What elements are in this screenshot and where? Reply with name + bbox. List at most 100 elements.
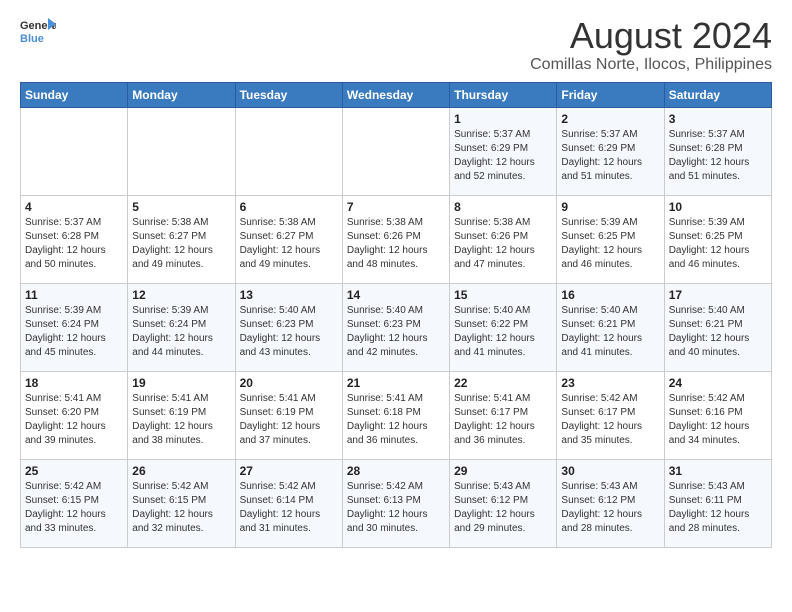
calendar-cell (342, 107, 449, 195)
day-number: 8 (454, 200, 552, 214)
calendar-cell: 19Sunrise: 5:41 AM Sunset: 6:19 PM Dayli… (128, 371, 235, 459)
calendar-cell (128, 107, 235, 195)
day-number: 26 (132, 464, 230, 478)
header-cell-monday: Monday (128, 82, 235, 107)
header-cell-thursday: Thursday (450, 82, 557, 107)
day-info: Sunrise: 5:39 AM Sunset: 6:25 PM Dayligh… (561, 216, 659, 272)
day-number: 31 (669, 464, 767, 478)
day-info: Sunrise: 5:39 AM Sunset: 6:24 PM Dayligh… (132, 304, 230, 360)
day-number: 23 (561, 376, 659, 390)
calendar-cell: 13 Sunrise: 5:40 AM Sunset: 6:23 PM Dayli… (235, 283, 342, 371)
header-cell-saturday: Saturday (664, 82, 771, 107)
calendar-cell: 15 Sunrise: 5:40 AM Sunset: 6:22 PM Dayli… (450, 283, 557, 371)
calendar-cell: 31 Sunrise: 5:43 AM Sunset: 6:11 PM Dayli… (664, 459, 771, 547)
calendar-cell: 27 Sunrise: 5:42 AM Sunset: 6:14 PM Dayli… (235, 459, 342, 547)
calendar-cell: 16 Sunrise: 5:40 AM Sunset: 6:21 PM Dayli… (557, 283, 664, 371)
calendar-cell: 26Sunrise: 5:42 AM Sunset: 6:15 PM Dayli… (128, 459, 235, 547)
day-info: Sunrise: 5:40 AM Sunset: 6:21 PM Dayligh… (669, 304, 767, 360)
day-number: 27 (240, 464, 338, 478)
svg-text:Blue: Blue (20, 33, 44, 45)
header-cell-wednesday: Wednesday (342, 82, 449, 107)
day-info: Sunrise: 5:42 AM Sunset: 6:17 PM Dayligh… (561, 392, 659, 448)
calendar-week-row: 4 Sunrise: 5:37 AM Sunset: 6:28 PM Daylig… (21, 195, 772, 283)
calendar-cell: 28 Sunrise: 5:42 AM Sunset: 6:13 PM Dayli… (342, 459, 449, 547)
day-number: 17 (669, 288, 767, 302)
logo: General Blue (20, 16, 56, 46)
day-info: Sunrise: 5:40 AM Sunset: 6:23 PM Dayligh… (347, 304, 445, 360)
day-number: 13 (240, 288, 338, 302)
day-info: Sunrise: 5:41 AM Sunset: 6:17 PM Dayligh… (454, 392, 552, 448)
day-info: Sunrise: 5:41 AM Sunset: 6:20 PM Dayligh… (25, 392, 123, 448)
calendar-cell: 20 Sunrise: 5:41 AM Sunset: 6:19 PM Dayli… (235, 371, 342, 459)
calendar-cell: 8 Sunrise: 5:38 AM Sunset: 6:26 PM Daylig… (450, 195, 557, 283)
calendar-cell: 10 Sunrise: 5:39 AM Sunset: 6:25 PM Dayli… (664, 195, 771, 283)
page-header: General Blue August 2024 Comillas Norte,… (20, 16, 772, 74)
day-info: Sunrise: 5:40 AM Sunset: 6:23 PM Dayligh… (240, 304, 338, 360)
day-number: 14 (347, 288, 445, 302)
calendar-cell: 24 Sunrise: 5:42 AM Sunset: 6:16 PM Dayli… (664, 371, 771, 459)
day-number: 28 (347, 464, 445, 478)
day-number: 4 (25, 200, 123, 214)
day-info: Sunrise: 5:40 AM Sunset: 6:21 PM Dayligh… (561, 304, 659, 360)
day-info: Sunrise: 5:38 AM Sunset: 6:26 PM Dayligh… (347, 216, 445, 272)
calendar-cell: 21 Sunrise: 5:41 AM Sunset: 6:18 PM Dayli… (342, 371, 449, 459)
day-info: Sunrise: 5:43 AM Sunset: 6:12 PM Dayligh… (561, 480, 659, 536)
calendar-cell (235, 107, 342, 195)
day-info: Sunrise: 5:42 AM Sunset: 6:15 PM Dayligh… (25, 480, 123, 536)
day-info: Sunrise: 5:42 AM Sunset: 6:16 PM Dayligh… (669, 392, 767, 448)
day-info: Sunrise: 5:37 AM Sunset: 6:28 PM Dayligh… (25, 216, 123, 272)
day-info: Sunrise: 5:42 AM Sunset: 6:14 PM Dayligh… (240, 480, 338, 536)
calendar-week-row: 18Sunrise: 5:41 AM Sunset: 6:20 PM Dayli… (21, 371, 772, 459)
calendar-cell: 7 Sunrise: 5:38 AM Sunset: 6:26 PM Daylig… (342, 195, 449, 283)
header-cell-tuesday: Tuesday (235, 82, 342, 107)
header-cell-sunday: Sunday (21, 82, 128, 107)
day-info: Sunrise: 5:41 AM Sunset: 6:19 PM Dayligh… (240, 392, 338, 448)
day-number: 29 (454, 464, 552, 478)
calendar-cell: 14 Sunrise: 5:40 AM Sunset: 6:23 PM Dayli… (342, 283, 449, 371)
day-number: 15 (454, 288, 552, 302)
day-number: 22 (454, 376, 552, 390)
day-info: Sunrise: 5:40 AM Sunset: 6:22 PM Dayligh… (454, 304, 552, 360)
day-info: Sunrise: 5:39 AM Sunset: 6:25 PM Dayligh… (669, 216, 767, 272)
calendar-cell: 17 Sunrise: 5:40 AM Sunset: 6:21 PM Dayli… (664, 283, 771, 371)
calendar-cell: 5Sunrise: 5:38 AM Sunset: 6:27 PM Daylig… (128, 195, 235, 283)
day-info: Sunrise: 5:38 AM Sunset: 6:27 PM Dayligh… (132, 216, 230, 272)
day-info: Sunrise: 5:39 AM Sunset: 6:24 PM Dayligh… (25, 304, 123, 360)
day-number: 1 (454, 112, 552, 126)
day-number: 20 (240, 376, 338, 390)
calendar-cell: 11 Sunrise: 5:39 AM Sunset: 6:24 PM Dayli… (21, 283, 128, 371)
calendar-cell: 25 Sunrise: 5:42 AM Sunset: 6:15 PM Dayli… (21, 459, 128, 547)
day-info: Sunrise: 5:37 AM Sunset: 6:29 PM Dayligh… (561, 128, 659, 184)
day-number: 6 (240, 200, 338, 214)
day-number: 21 (347, 376, 445, 390)
day-number: 25 (25, 464, 123, 478)
day-info: Sunrise: 5:37 AM Sunset: 6:29 PM Dayligh… (454, 128, 552, 184)
day-info: Sunrise: 5:38 AM Sunset: 6:26 PM Dayligh… (454, 216, 552, 272)
calendar-cell (21, 107, 128, 195)
day-info: Sunrise: 5:41 AM Sunset: 6:18 PM Dayligh… (347, 392, 445, 448)
calendar-cell: 12 Sunrise: 5:39 AM Sunset: 6:24 PM Dayli… (128, 283, 235, 371)
day-number: 9 (561, 200, 659, 214)
calendar-week-row: 1 Sunrise: 5:37 AM Sunset: 6:29 PM Daylig… (21, 107, 772, 195)
calendar-week-row: 11 Sunrise: 5:39 AM Sunset: 6:24 PM Dayli… (21, 283, 772, 371)
day-number: 7 (347, 200, 445, 214)
day-number: 3 (669, 112, 767, 126)
day-number: 10 (669, 200, 767, 214)
day-info: Sunrise: 5:43 AM Sunset: 6:11 PM Dayligh… (669, 480, 767, 536)
calendar-week-row: 25 Sunrise: 5:42 AM Sunset: 6:15 PM Dayli… (21, 459, 772, 547)
calendar-header-row: SundayMondayTuesdayWednesdayThursdayFrid… (21, 82, 772, 107)
day-number: 11 (25, 288, 123, 302)
calendar-cell: 29Sunrise: 5:43 AM Sunset: 6:12 PM Dayli… (450, 459, 557, 547)
calendar-cell: 22 Sunrise: 5:41 AM Sunset: 6:17 PM Dayli… (450, 371, 557, 459)
calendar-table: SundayMondayTuesdayWednesdayThursdayFrid… (20, 82, 772, 548)
day-info: Sunrise: 5:37 AM Sunset: 6:28 PM Dayligh… (669, 128, 767, 184)
day-number: 30 (561, 464, 659, 478)
day-number: 24 (669, 376, 767, 390)
calendar-cell: 2Sunrise: 5:37 AM Sunset: 6:29 PM Daylig… (557, 107, 664, 195)
calendar-cell: 30 Sunrise: 5:43 AM Sunset: 6:12 PM Dayli… (557, 459, 664, 547)
calendar-cell: 3 Sunrise: 5:37 AM Sunset: 6:28 PM Daylig… (664, 107, 771, 195)
day-info: Sunrise: 5:41 AM Sunset: 6:19 PM Dayligh… (132, 392, 230, 448)
day-number: 12 (132, 288, 230, 302)
day-number: 16 (561, 288, 659, 302)
day-info: Sunrise: 5:42 AM Sunset: 6:13 PM Dayligh… (347, 480, 445, 536)
